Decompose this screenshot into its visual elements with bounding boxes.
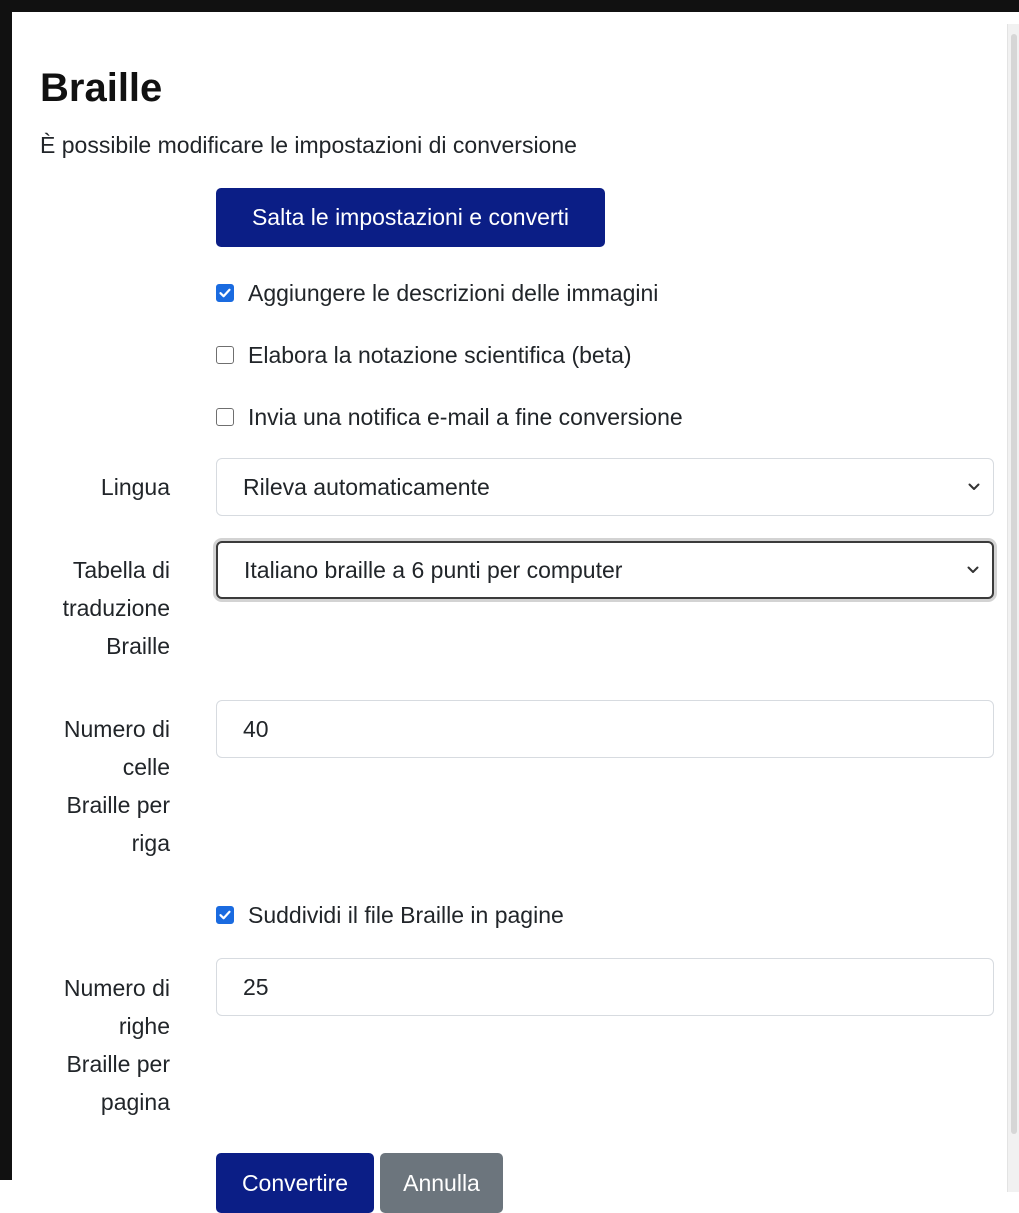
language-select[interactable]: Rileva automaticamente	[216, 458, 994, 516]
braille-table-select-value: Italiano braille a 6 punti per computer	[244, 556, 623, 583]
scientific-notation-label: Elabora la notazione scientifica (beta)	[248, 341, 632, 368]
cancel-button[interactable]: Annulla	[380, 1153, 503, 1213]
braille-table-select[interactable]: Italiano braille a 6 punti per computer	[216, 541, 994, 599]
language-label: Lingua	[100, 474, 170, 500]
image-descriptions-option[interactable]: Aggiungere le descrizioni delle immagini	[216, 277, 658, 309]
page-title: Braille	[40, 66, 163, 110]
email-notification-option[interactable]: Invia una notifica e-mail a fine convers…	[216, 401, 683, 433]
email-notification-label: Invia una notifica e-mail a fine convers…	[248, 403, 683, 430]
cells-per-line-input[interactable]: 40	[216, 700, 994, 758]
scientific-notation-checkbox[interactable]	[216, 346, 234, 364]
cells-per-line-value: 40	[243, 715, 269, 742]
check-icon	[219, 288, 231, 298]
lines-per-page-input[interactable]: 25	[216, 958, 994, 1016]
app-window: Braille È possibile modificare le impost…	[0, 0, 1019, 1213]
cells-per-line-label: Numero di celle Braille per riga	[63, 716, 170, 856]
skip-settings-button[interactable]: Salta le impostazioni e converti	[216, 188, 605, 247]
convert-button[interactable]: Convertire	[216, 1153, 374, 1213]
language-select-value: Rileva automaticamente	[243, 473, 490, 500]
image-descriptions-checkbox[interactable]	[216, 284, 234, 302]
chevron-down-icon	[967, 566, 979, 573]
braille-table-label: Tabella di traduzione Braille	[62, 557, 170, 659]
lines-per-page-label: Numero di righe Braille per pagina	[63, 975, 170, 1115]
lines-per-page-value: 25	[243, 973, 269, 1000]
chevron-down-icon	[968, 483, 980, 490]
split-pages-option[interactable]: Suddividi il file Braille in pagine	[216, 899, 564, 931]
vertical-scrollbar[interactable]	[1007, 24, 1019, 1192]
page-subtitle: È possibile modificare le impostazioni d…	[40, 132, 577, 158]
scientific-notation-option[interactable]: Elabora la notazione scientifica (beta)	[216, 339, 632, 371]
scrollbar-thumb[interactable]	[1011, 34, 1017, 1134]
check-icon	[219, 910, 231, 920]
email-notification-checkbox[interactable]	[216, 408, 234, 426]
split-pages-checkbox[interactable]	[216, 906, 234, 924]
image-descriptions-label: Aggiungere le descrizioni delle immagini	[248, 279, 659, 306]
braille-settings-form: Braille È possibile modificare le impost…	[12, 24, 1007, 1213]
split-pages-label: Suddividi il file Braille in pagine	[248, 901, 564, 928]
